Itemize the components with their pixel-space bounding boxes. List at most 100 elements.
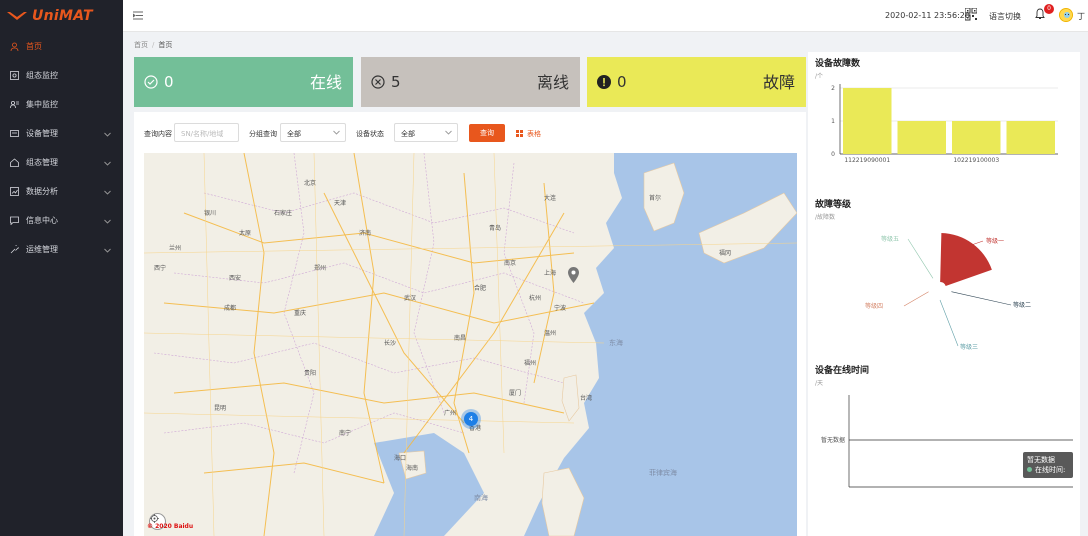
- fault-level-label: 等级三: [960, 343, 978, 351]
- language-switch[interactable]: 语言切换: [989, 11, 1021, 22]
- fault-label: 故障: [762, 73, 795, 92]
- breadcrumb-current: 首页: [158, 41, 173, 49]
- fault-level-chart-title: 故障等级: [815, 200, 852, 210]
- device-icon: [9, 129, 19, 139]
- query-button[interactable]: 查询: [469, 124, 505, 142]
- map-city-label: 郑州: [314, 265, 327, 272]
- table-button[interactable]: 表格: [516, 129, 541, 139]
- sidebar-item-label: 集中监控: [26, 100, 58, 109]
- fault-bar: [952, 121, 1001, 154]
- fault-bar: [1006, 121, 1055, 154]
- online-time-y-label: 暂无数据: [821, 436, 845, 444]
- sidebar-item-1[interactable]: 组态监控: [0, 61, 123, 90]
- chevron-down-icon: [104, 188, 111, 197]
- map-city-label: 兰州: [169, 245, 182, 252]
- map-city-label: 银川: [204, 210, 217, 217]
- status-select-value: 全部: [401, 130, 415, 138]
- fault-bar: [843, 88, 892, 154]
- chevron-down-icon: [104, 246, 111, 255]
- breadcrumb: 首页 / 首页: [134, 40, 172, 50]
- fault-level-leader-line: [939, 299, 959, 347]
- map-city-label: 青岛: [489, 225, 502, 232]
- qrcode-icon[interactable]: [964, 7, 978, 25]
- map-city-label: 长沙: [384, 340, 397, 347]
- breadcrumb-home[interactable]: 首页: [134, 41, 148, 49]
- tooltip-dot: [1027, 467, 1032, 472]
- online-count: 0: [164, 73, 174, 91]
- group-select[interactable]: 全部: [280, 123, 346, 142]
- map-city-label: 温州: [544, 330, 557, 337]
- notification-badge: 0: [1044, 4, 1054, 14]
- offline-count: 5: [391, 73, 401, 91]
- device-cluster-marker[interactable]: 4: [464, 412, 478, 426]
- chevron-down-icon: [104, 130, 111, 139]
- monitor-icon: [9, 71, 19, 81]
- map-city-label: 台湾: [580, 395, 593, 402]
- map-sea-label: 南海: [474, 494, 488, 502]
- map-city-label: 昆明: [214, 405, 227, 412]
- map-copyright: © 2020 Baidu: [147, 523, 194, 530]
- logo[interactable]: UniMAT: [0, 0, 123, 32]
- online-time-chart: 暂无数据: [821, 395, 1073, 488]
- map-city-label: 重庆: [294, 310, 307, 317]
- map-city-label: 天津: [334, 200, 347, 207]
- user-name[interactable]: 丁: [1077, 11, 1085, 22]
- map-city-label: 大连: [544, 195, 557, 202]
- tooltip-item: 在线时间: -: [1027, 466, 1066, 483]
- map-city-label: 西安: [229, 275, 242, 282]
- avatar[interactable]: [1059, 8, 1073, 22]
- map-city-label: 济南: [359, 230, 372, 237]
- sidebar-item-5[interactable]: 数据分析: [0, 177, 123, 206]
- sidebar-item-label: 信息中心: [26, 216, 58, 225]
- map-city-label: 武汉: [404, 295, 417, 302]
- online-stat-card[interactable]: 0 在线: [134, 57, 353, 107]
- query-input[interactable]: SN/名称/地域: [174, 123, 239, 142]
- fault-level-leader-line: [903, 291, 929, 307]
- map-city-label: 西宁: [154, 265, 167, 272]
- menu-fold-icon[interactable]: [132, 11, 143, 23]
- table-button-label: 表格: [527, 130, 541, 138]
- sidebar-item-3[interactable]: 设备管理: [0, 119, 123, 148]
- sidebar-item-label: 组态管理: [26, 158, 58, 167]
- map[interactable]: 北京 天津 石家庄 太原 济南 郑州 西安 南京 上海 杭州 合肥 武汉 长沙 …: [144, 153, 797, 536]
- fault-stat-card[interactable]: 0 故障: [587, 57, 806, 107]
- sidebar-item-label: 运维管理: [26, 245, 58, 254]
- fault-level-leader-line: [971, 240, 984, 246]
- fault-level-rose-chart: 等级一等级二等级三 等级四 等级五: [865, 233, 1031, 351]
- sidebar-item-7[interactable]: 运维管理: [0, 235, 123, 264]
- sidebar-item-4[interactable]: 组态管理: [0, 148, 123, 177]
- map-city-label: 广州: [444, 410, 457, 417]
- map-city-label: 南昌: [454, 335, 467, 342]
- map-city-label: 海南: [406, 465, 419, 472]
- breadcrumb-separator: /: [152, 41, 155, 49]
- fault-chart-y-tick: 2: [831, 85, 835, 92]
- group-select-value: 全部: [287, 130, 301, 138]
- sidebar-item-2[interactable]: 集中监控: [0, 90, 123, 119]
- map-city-label: 贵阳: [304, 370, 317, 377]
- map-base: [144, 153, 797, 536]
- map-city-label: 福冈: [719, 250, 732, 257]
- online-time-tooltip: 暂无数据 在线时间: -: [1023, 452, 1073, 483]
- online-time-chart-unit: /天: [815, 380, 824, 387]
- fault-level-leader-line: [951, 291, 1012, 306]
- chevron-down-icon: [333, 129, 340, 137]
- sidebar-item-label: 首页: [26, 42, 42, 51]
- online-time-chart-title: 设备在线时间: [815, 366, 870, 376]
- charts-panel: 设备故障数 /个 0 1 2 112219090001 102219100003 故障等…: [808, 52, 1080, 536]
- fault-level-label: 等级五: [881, 235, 899, 243]
- topbar: 2020-02-11 23:56:20 语言切换 0 丁: [123, 0, 1088, 32]
- map-city-label: 杭州: [529, 295, 542, 302]
- map-city-label: 厦门: [509, 390, 522, 397]
- status-select[interactable]: 全部: [394, 123, 458, 142]
- sidebar-item-6[interactable]: 信息中心: [0, 206, 123, 235]
- map-city-label: 南宁: [339, 430, 352, 437]
- check-circle-icon: [144, 75, 158, 89]
- map-sea-label: 东海: [609, 339, 623, 347]
- filter-bar: 查询内容 SN/名称/地域 分组查询 全部 设备状态 全部 查询 表格: [144, 123, 794, 143]
- fault-level-leader-line: [907, 238, 934, 279]
- group-monitor-icon: [9, 100, 19, 110]
- sidebar-item-label: 设备管理: [26, 129, 58, 138]
- offline-stat-card[interactable]: 5 离线: [361, 57, 580, 107]
- sidebar: UniMAT 首页组态监控集中监控设备管理组态管理数据分析信息中心运维管理: [0, 0, 123, 536]
- sidebar-item-0[interactable]: 首页: [0, 32, 123, 61]
